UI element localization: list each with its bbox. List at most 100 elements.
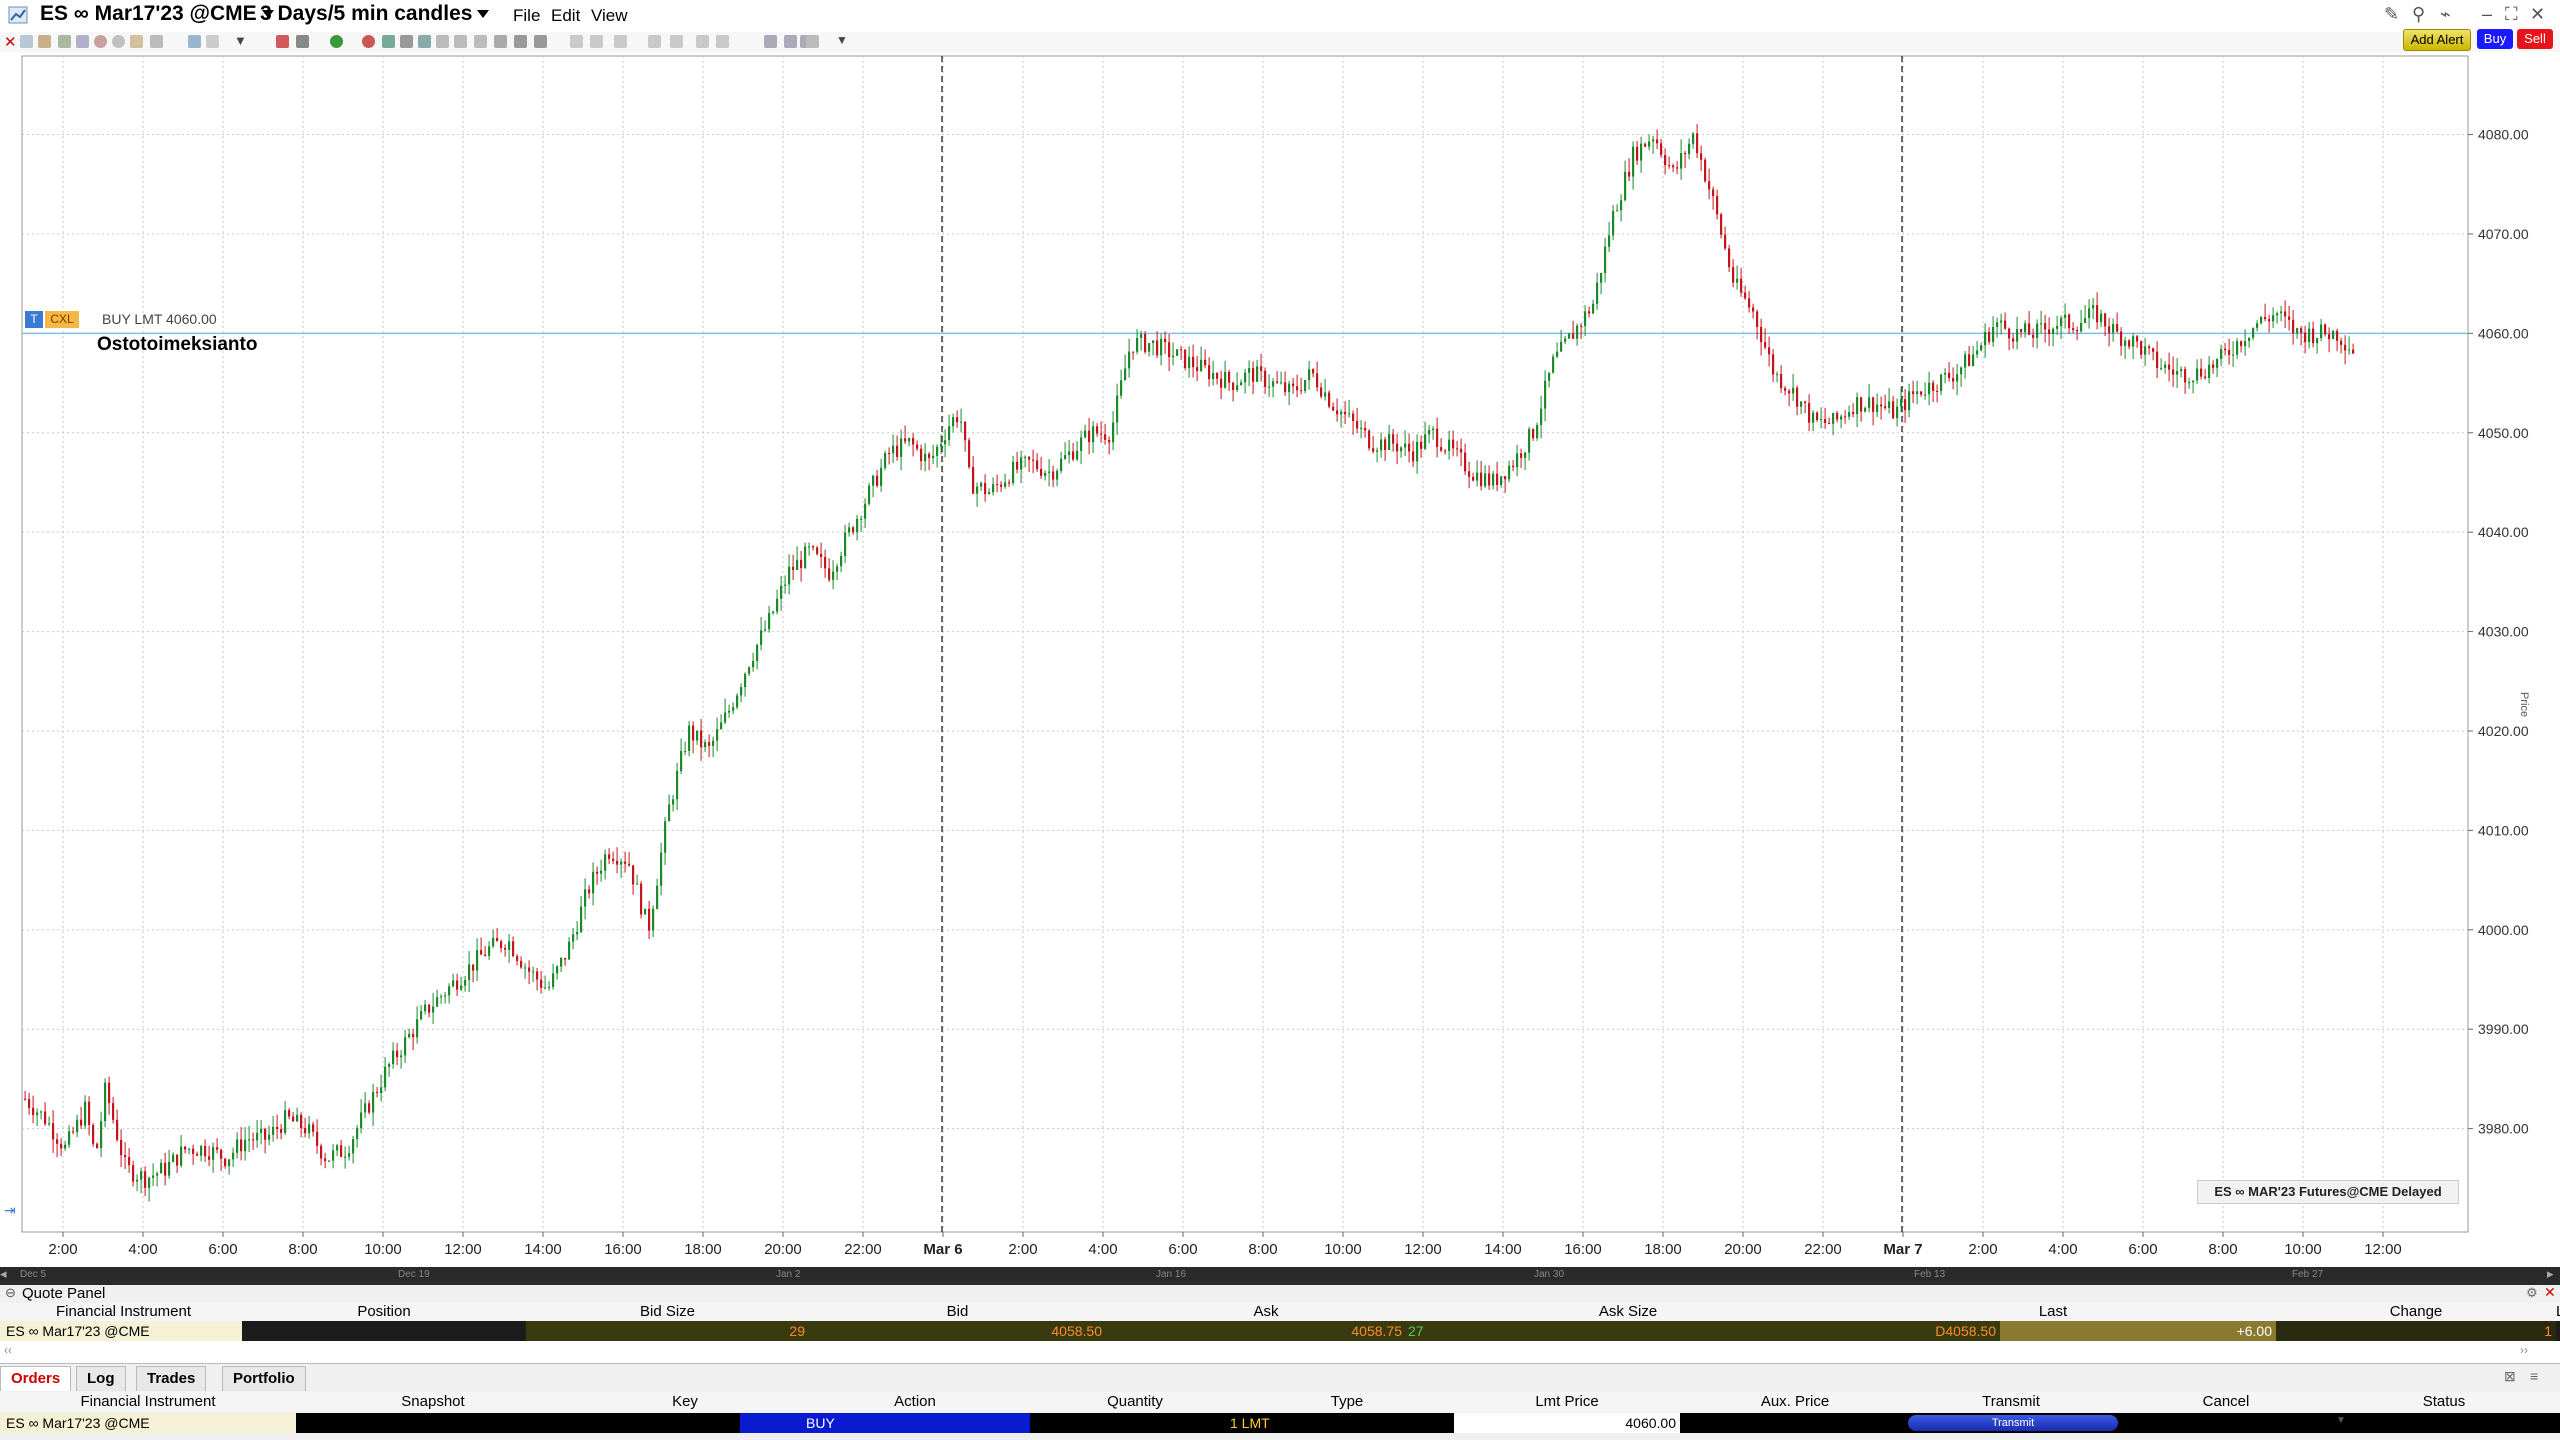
refresh-icon[interactable] <box>784 35 797 48</box>
quote-col-header[interactable]: Position <box>242 1303 526 1320</box>
wrench-icon[interactable]: ✎ <box>2384 4 2399 25</box>
tab-portfolio[interactable]: Portfolio <box>222 1366 306 1391</box>
quote-instrument[interactable]: ES ∞ Mar17'23 @CME <box>0 1321 242 1341</box>
add-alert-button[interactable]: Add Alert <box>2403 29 2471 51</box>
quote-row[interactable]: ES ∞ Mar17'23 @CME 29 4058.50 4058.75 27… <box>0 1321 2560 1341</box>
price-chart[interactable]: 3980.00 3990.00 4000.00 4010.00 4020.00 4030.… <box>0 52 2560 1267</box>
fit-icon[interactable] <box>716 35 729 48</box>
period-selector[interactable]: 3 Days/5 min candles <box>260 2 490 26</box>
channel-icon[interactable] <box>514 35 527 48</box>
orders-col-header[interactable]: Quantity <box>1030 1393 1240 1410</box>
orders-col-header[interactable]: Action <box>800 1393 1030 1410</box>
layout-icon[interactable]: ⊠ <box>2504 1368 2516 1385</box>
candle-body <box>344 1156 347 1158</box>
dropdown-icon[interactable]: ▼ <box>234 33 247 48</box>
table-icon[interactable] <box>188 35 201 48</box>
candle-body <box>1000 484 1003 487</box>
orders-col-header[interactable]: Transmit <box>1910 1393 2112 1410</box>
palette-icon[interactable] <box>130 35 143 48</box>
close-icon[interactable]: ✕ <box>2544 1284 2556 1301</box>
redo-icon[interactable] <box>474 35 487 48</box>
candle-type-icon[interactable] <box>670 35 683 48</box>
ruler-icon[interactable] <box>400 35 413 48</box>
layout-icon[interactable] <box>76 35 89 48</box>
menu-view[interactable]: View <box>591 6 628 26</box>
quote-col-header[interactable]: Bid <box>809 1303 1106 1320</box>
fib-icon[interactable] <box>382 35 395 48</box>
target-icon[interactable] <box>362 35 375 48</box>
settings-icon[interactable] <box>150 35 163 48</box>
circle-icon[interactable] <box>112 35 125 48</box>
link-icon[interactable]: ⌁ <box>2440 4 2451 25</box>
shield-icon[interactable] <box>764 35 777 48</box>
quote-col-header[interactable]: Financial Instrument <box>5 1303 242 1320</box>
candle-body <box>892 445 895 454</box>
order-row[interactable]: ES ∞ Mar17'23 @CME BUY 1 LMT 4060.00 Tra… <box>0 1413 2560 1433</box>
chevron-down-icon[interactable]: ▼ <box>836 33 848 47</box>
undo-icon[interactable] <box>454 35 467 48</box>
orders-col-header[interactable]: Snapshot <box>296 1393 570 1410</box>
buy-button[interactable]: Buy <box>2477 29 2513 49</box>
transmit-button[interactable]: Transmit <box>1908 1415 2118 1431</box>
quote-ask[interactable]: 4058.75 <box>1106 1321 1406 1341</box>
order-transmit-tag[interactable]: T <box>25 311 43 328</box>
pin-icon[interactable]: ⚲ <box>2412 4 2425 25</box>
x-tick-label: 12:00 <box>1404 1241 1442 1258</box>
minimize-icon[interactable]: – <box>2482 4 2492 25</box>
maximize-icon[interactable]: ⛶ <box>2505 4 2518 25</box>
tab-log[interactable]: Log <box>76 1366 126 1391</box>
close-order-icon[interactable]: ✕ <box>4 33 17 51</box>
order-quantity-type[interactable]: 1 LMT <box>1030 1413 1454 1433</box>
time-navigator[interactable]: Dec 5 Dec 19 Jan 2 Jan 16 Jan 30 Feb 13 Feb 27… <box>0 1266 2560 1285</box>
orders-col-header[interactable]: Type <box>1240 1393 1454 1410</box>
zoom-in-icon[interactable] <box>570 35 583 48</box>
quote-col-header[interactable]: Bid Size <box>526 1303 809 1320</box>
orders-col-header[interactable]: Financial Instrument <box>0 1393 296 1410</box>
nav-left-icon[interactable]: ◂ <box>0 1266 7 1282</box>
scale-icon[interactable] <box>696 35 709 48</box>
collapse-icon[interactable]: ⊖ <box>5 1285 16 1301</box>
zoom-out-icon[interactable] <box>590 35 603 48</box>
chevron-down-icon[interactable]: ▼ <box>2336 1415 2346 1426</box>
quote-col-header[interactable]: Ask Size <box>1426 1303 1830 1320</box>
sell-button[interactable]: Sell <box>2517 29 2553 49</box>
menu-edit[interactable]: Edit <box>551 6 580 26</box>
nav-right-icon[interactable]: ▸ <box>2547 1266 2554 1282</box>
text-icon[interactable] <box>436 35 449 48</box>
bar-type-icon[interactable] <box>648 35 661 48</box>
record-icon[interactable] <box>94 35 107 48</box>
orders-col-header[interactable]: Cancel <box>2112 1393 2340 1410</box>
grid-icon[interactable] <box>58 35 71 48</box>
pattern-icon[interactable] <box>494 35 507 48</box>
order-action[interactable]: BUY <box>740 1413 1030 1433</box>
crosshair-icon[interactable] <box>20 35 33 48</box>
pitchfork-icon[interactable] <box>534 35 547 48</box>
settings-icon[interactable]: ⚙ <box>2526 1285 2538 1301</box>
panel-icon[interactable] <box>206 35 219 48</box>
symbol-selector[interactable]: ES ∞ Mar17'23 @CME <box>40 2 274 26</box>
tab-orders[interactable]: Orders <box>0 1366 72 1391</box>
tab-trades[interactable]: Trades <box>136 1366 207 1391</box>
orders-col-header[interactable]: Lmt Price <box>1454 1393 1680 1410</box>
quote-bid[interactable]: 4058.50 <box>809 1321 1106 1341</box>
scroll-arrow-icon[interactable]: ⇥ <box>4 1202 16 1219</box>
box-icon[interactable] <box>418 35 431 48</box>
order-instrument[interactable]: ES ∞ Mar17'23 @CME <box>0 1413 296 1433</box>
wrench-small-icon[interactable] <box>806 35 819 48</box>
magnifier-icon[interactable] <box>614 35 627 48</box>
menu-file[interactable]: File <box>513 6 540 26</box>
order-cancel-tag[interactable]: CXL <box>45 311 79 328</box>
order-lmt-price[interactable]: 4060.00 <box>1454 1413 1680 1433</box>
line-icon[interactable] <box>296 35 309 48</box>
quote-col-header[interactable]: Last <box>1830 1303 2276 1320</box>
close-icon[interactable]: ✕ <box>2530 4 2545 25</box>
draw-icon[interactable] <box>38 35 51 48</box>
orders-col-header[interactable]: Status <box>2340 1393 2548 1410</box>
menu-icon[interactable]: ≡ <box>2530 1368 2538 1384</box>
orders-col-header[interactable]: Aux. Price <box>1680 1393 1910 1410</box>
trendline-icon[interactable] <box>276 35 289 48</box>
green-dot-icon[interactable] <box>330 35 343 48</box>
orders-col-header[interactable]: Key <box>570 1393 800 1410</box>
quote-col-header[interactable]: Ask <box>1106 1303 1426 1320</box>
quote-col-header[interactable]: Change <box>2276 1303 2556 1320</box>
